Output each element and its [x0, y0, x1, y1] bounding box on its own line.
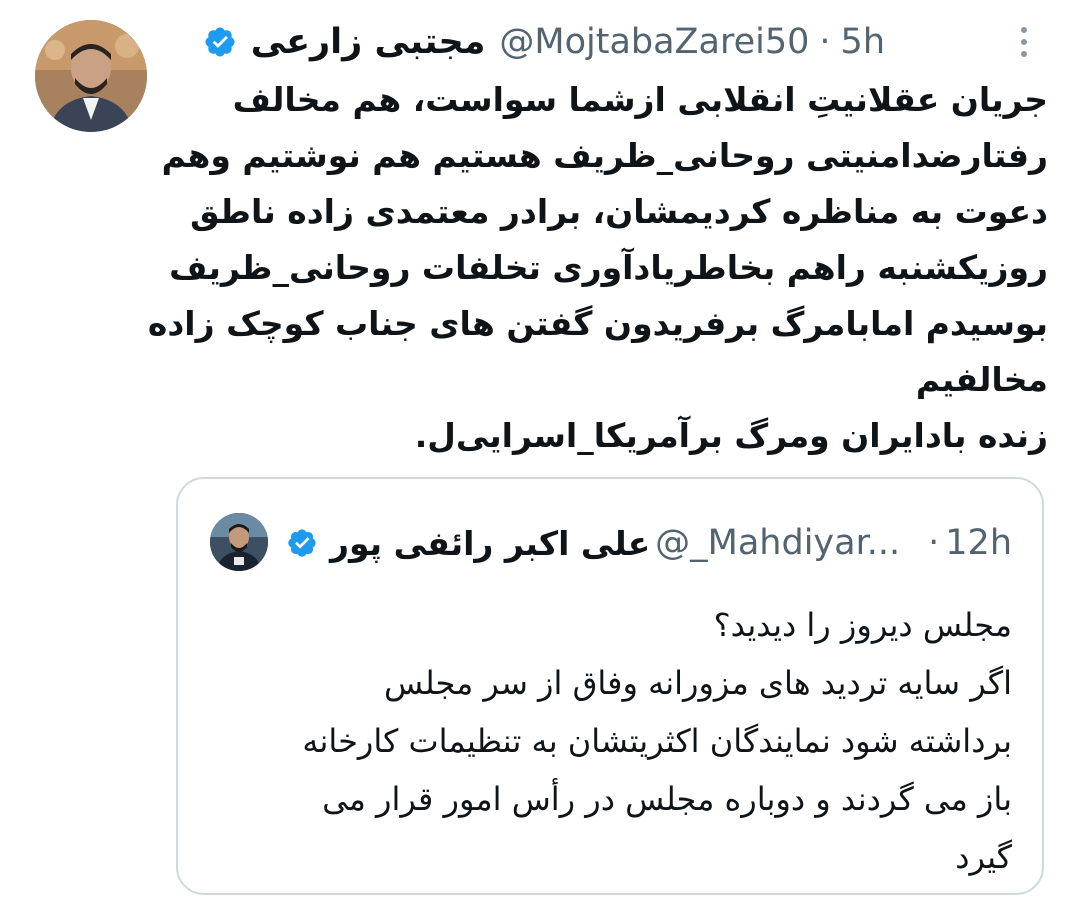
header-separator: ·	[819, 22, 831, 62]
author-avatar[interactable]	[35, 20, 147, 132]
tweet-text-line: بوسیدم امابامرگ برفریدون گفتن های جناب ک…	[147, 304, 1048, 343]
verified-badge-icon	[203, 25, 237, 59]
quoted-header-separator: ·	[928, 523, 940, 563]
quoted-text-line: برداشته شود نمایندگان اکثریتشان به تنظیم…	[302, 722, 1012, 760]
quoted-author-avatar[interactable]	[210, 513, 268, 571]
tweet-header: مجتبی زارعی @MojtabaZarei50 · 5h	[170, 14, 885, 70]
quoted-text-line: اگر سایه تردید های مزورانه وفاق از سر مج…	[384, 664, 1012, 702]
tweet-text-line: مخالفیم	[915, 360, 1048, 399]
quoted-text-line: مجلس دیروز را دیدید؟	[713, 606, 1012, 644]
quoted-tweet-timestamp[interactable]: 12h	[945, 523, 1012, 563]
quoted-text-line: باز می گردند و دوباره مجلس در رأس امور ق…	[322, 780, 1012, 818]
tweet-text: جریان عقلانیتِ انقلابی ازشما سواست، هم م…	[147, 72, 1048, 464]
quoted-author-handle[interactable]: @_Mahdiyar...	[655, 523, 900, 563]
verified-badge-icon	[286, 527, 318, 559]
quoted-tweet-header: علی اکبر رائفی پور @_Mahdiyar... · 12h	[278, 512, 1012, 574]
tweet-text-line: رفتارضدامنیتی روحانی_ظریف هستیم هم نوشتی…	[161, 136, 1048, 175]
more-vertical-icon[interactable]	[1006, 22, 1042, 62]
tweet-timestamp[interactable]: 5h	[841, 22, 885, 62]
quoted-author-name[interactable]: علی اکبر رائفی پور	[330, 524, 650, 563]
tweet-text-line: جریان عقلانیتِ انقلابی ازشما سواست، هم م…	[232, 80, 1048, 119]
tweet-text-line: زنده بادایران ومرگ برآمریکا_اسرایی‌ل.	[414, 416, 1048, 455]
author-name[interactable]: مجتبی زارعی	[251, 22, 486, 62]
quoted-tweet-text: مجلس دیروز را دیدید؟ اگر سایه تردید های …	[208, 596, 1012, 886]
quoted-tweet-card[interactable]: علی اکبر رائفی پور @_Mahdiyar... · 12h م…	[176, 477, 1044, 895]
quoted-text-line: گیرد	[955, 838, 1012, 876]
tweet-text-line: روزیکشنبه راهم بخاطریادآوری تخلفات روحان…	[169, 248, 1048, 287]
author-handle[interactable]: @MojtabaZarei50	[499, 22, 809, 62]
tweet-text-line: دعوت به مناظره کردیمشان، برادر معتمدی زا…	[190, 192, 1048, 231]
